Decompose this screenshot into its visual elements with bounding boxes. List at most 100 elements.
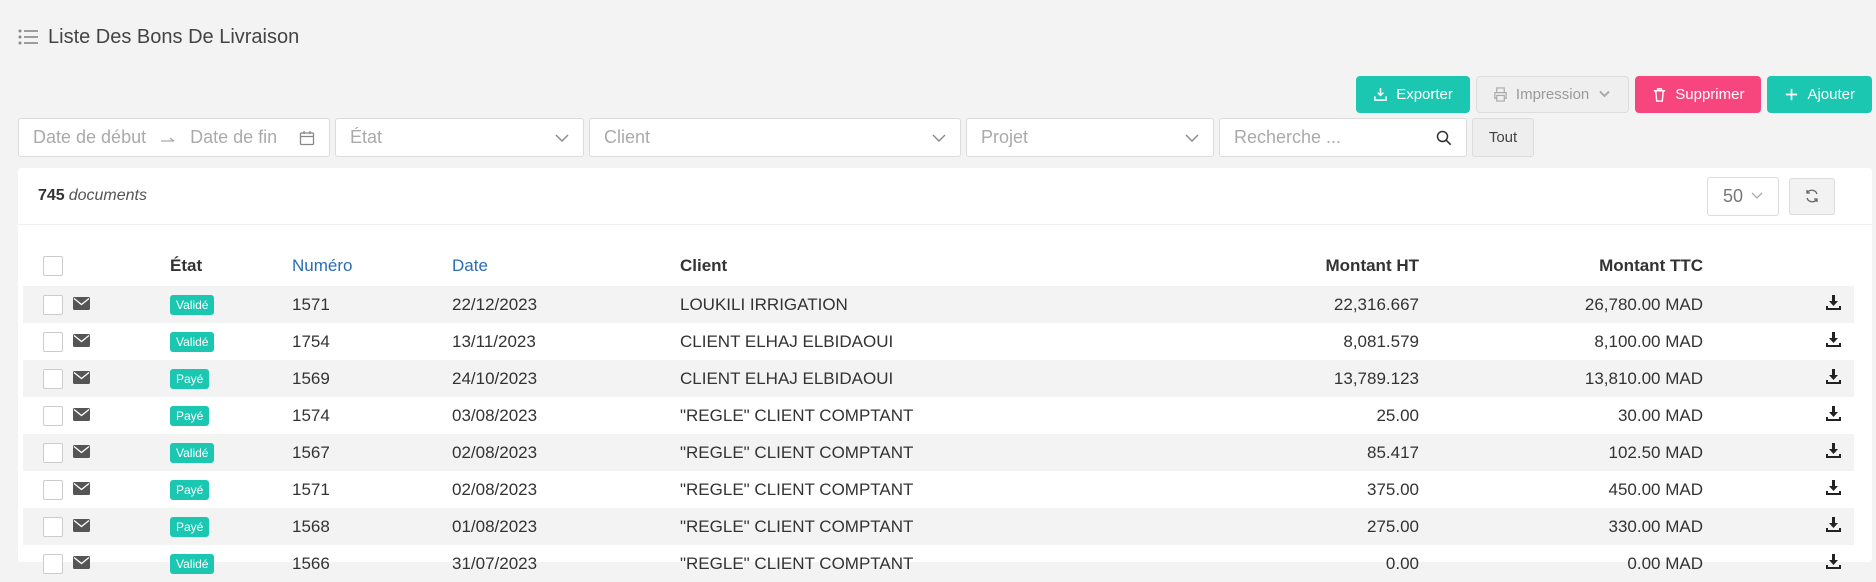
row-montant-ttc: 0.00 MAD	[1627, 553, 1703, 573]
row-numero: 1566	[292, 553, 330, 573]
page-size-value: 50	[1722, 185, 1744, 206]
refresh-button[interactable]	[1789, 177, 1835, 215]
download-icon[interactable]	[1825, 331, 1842, 348]
row-numero: 1754	[292, 331, 330, 351]
print-label: Impression	[1515, 86, 1590, 103]
envelope-icon[interactable]	[73, 296, 90, 310]
envelope-icon[interactable]	[73, 407, 90, 421]
table-row[interactable]: Validé 1754 13/11/2023 CLIENT ELHAJ ELBI…	[23, 323, 1854, 360]
col-etat: État	[170, 256, 203, 275]
row-date: 22/12/2023	[452, 294, 538, 314]
status-badge: Payé	[170, 480, 210, 500]
add-button[interactable]: Ajouter	[1767, 76, 1872, 113]
export-button[interactable]: Exporter	[1356, 76, 1470, 113]
list-icon	[18, 29, 38, 45]
row-client: "REGLE" CLIENT COMPTANT	[680, 442, 914, 462]
print-dropdown-button[interactable]: Impression	[1475, 76, 1630, 113]
row-montant-ht: 275.00	[1367, 516, 1419, 536]
table-row[interactable]: Validé 1566 31/07/2023 "REGLE" CLIENT CO…	[23, 545, 1854, 582]
row-date: 31/07/2023	[452, 553, 538, 573]
status-badge: Validé	[170, 554, 215, 574]
download-icon[interactable]	[1825, 294, 1842, 311]
filter-bar: Date de début Date de fin État Client Pr…	[18, 118, 1534, 157]
table-row[interactable]: Validé 1567 02/08/2023 "REGLE" CLIENT CO…	[23, 434, 1854, 471]
download-icon[interactable]	[1825, 553, 1842, 570]
table-row[interactable]: Payé 1574 03/08/2023 "REGLE" CLIENT COMP…	[23, 397, 1854, 434]
toolbar: Exporter Impression Supprimer Ajouter	[1356, 76, 1872, 113]
trash-icon	[1652, 87, 1667, 102]
status-badge: Validé	[170, 295, 215, 315]
status-badge: Validé	[170, 443, 215, 463]
chevron-down-icon	[1185, 133, 1199, 143]
arrow-right-icon	[160, 133, 176, 143]
delete-label: Supprimer	[1675, 86, 1745, 103]
etat-placeholder: État	[350, 127, 383, 147]
projet-select[interactable]: Projet	[966, 118, 1214, 157]
chevron-down-icon	[1597, 87, 1612, 102]
date-range-picker[interactable]: Date de début Date de fin	[18, 118, 330, 157]
envelope-icon[interactable]	[73, 518, 90, 532]
row-client: "REGLE" CLIENT COMPTANT	[680, 516, 914, 536]
table-row[interactable]: Payé 1571 02/08/2023 "REGLE" CLIENT COMP…	[23, 471, 1854, 508]
calendar-icon	[299, 130, 315, 146]
row-montant-ttc: 8,100.00 MAD	[1594, 331, 1703, 351]
row-client: "REGLE" CLIENT COMPTANT	[680, 479, 914, 499]
row-numero: 1567	[292, 442, 330, 462]
col-montant-ttc: Montant TTC	[1599, 256, 1703, 275]
envelope-icon[interactable]	[73, 481, 90, 495]
search-placeholder: Recherche ...	[1234, 127, 1342, 147]
envelope-icon[interactable]	[73, 555, 90, 569]
row-montant-ttc: 330.00 MAD	[1608, 516, 1704, 536]
table-row[interactable]: Validé 1571 22/12/2023 LOUKILI IRRIGATIO…	[23, 286, 1854, 323]
etat-select[interactable]: État	[335, 118, 584, 157]
row-montant-ttc: 450.00 MAD	[1608, 479, 1704, 499]
row-numero: 1569	[292, 368, 330, 388]
card-header: 745 documents 50	[18, 168, 1872, 225]
delete-button[interactable]: Supprimer	[1635, 76, 1762, 113]
row-date: 03/08/2023	[452, 405, 538, 425]
page-title: Liste Des Bons De Livraison	[48, 25, 300, 48]
page-size-select[interactable]: 50	[1707, 176, 1779, 216]
row-numero: 1574	[292, 405, 330, 425]
envelope-icon[interactable]	[73, 444, 90, 458]
download-icon[interactable]	[1825, 442, 1842, 459]
status-badge: Validé	[170, 332, 215, 352]
envelope-icon[interactable]	[73, 333, 90, 347]
status-badge: Payé	[170, 406, 210, 426]
row-date: 24/10/2023	[452, 368, 538, 388]
client-placeholder: Client	[604, 127, 651, 147]
document-count: 745 documents	[38, 187, 147, 205]
chevron-down-icon	[932, 133, 946, 143]
row-montant-ttc: 26,780.00 MAD	[1584, 294, 1703, 314]
documents-table: État Numéro Date Client Montant HT Monta…	[23, 246, 1854, 582]
download-icon[interactable]	[1825, 479, 1842, 496]
client-select[interactable]: Client	[589, 118, 961, 157]
status-badge: Payé	[170, 517, 210, 537]
col-date-sort[interactable]: Date	[452, 256, 680, 276]
date-end-placeholder: Date de fin	[190, 127, 278, 147]
search-input[interactable]: Recherche ...	[1219, 118, 1467, 157]
tout-button[interactable]: Tout	[1472, 118, 1534, 157]
chevron-down-icon	[1751, 192, 1763, 200]
table-header-row: État Numéro Date Client Montant HT Monta…	[23, 246, 1854, 286]
plus-icon	[1784, 87, 1799, 102]
download-icon[interactable]	[1825, 368, 1842, 385]
date-start-placeholder: Date de début	[33, 127, 147, 147]
row-montant-ttc: 13,810.00 MAD	[1584, 368, 1703, 388]
download-icon[interactable]	[1825, 405, 1842, 422]
download-icon[interactable]	[1825, 516, 1842, 533]
select-all-checkbox[interactable]	[43, 256, 63, 277]
table-row[interactable]: Payé 1568 01/08/2023 "REGLE" CLIENT COMP…	[23, 508, 1854, 545]
row-date: 01/08/2023	[452, 516, 538, 536]
row-client: CLIENT ELHAJ ELBIDAOUI	[680, 368, 894, 388]
row-client: CLIENT ELHAJ ELBIDAOUI	[680, 331, 894, 351]
envelope-icon[interactable]	[73, 370, 90, 384]
page-header: Liste Des Bons De Livraison	[18, 22, 299, 52]
col-numero-sort[interactable]: Numéro	[292, 256, 452, 276]
row-client: LOUKILI IRRIGATION	[680, 294, 848, 314]
table-row[interactable]: Payé 1569 24/10/2023 CLIENT ELHAJ ELBIDA…	[23, 360, 1854, 397]
col-client: Client	[680, 256, 728, 275]
projet-placeholder: Projet	[981, 127, 1029, 147]
search-icon	[1436, 130, 1452, 146]
row-montant-ht: 22,316.667	[1333, 294, 1419, 314]
